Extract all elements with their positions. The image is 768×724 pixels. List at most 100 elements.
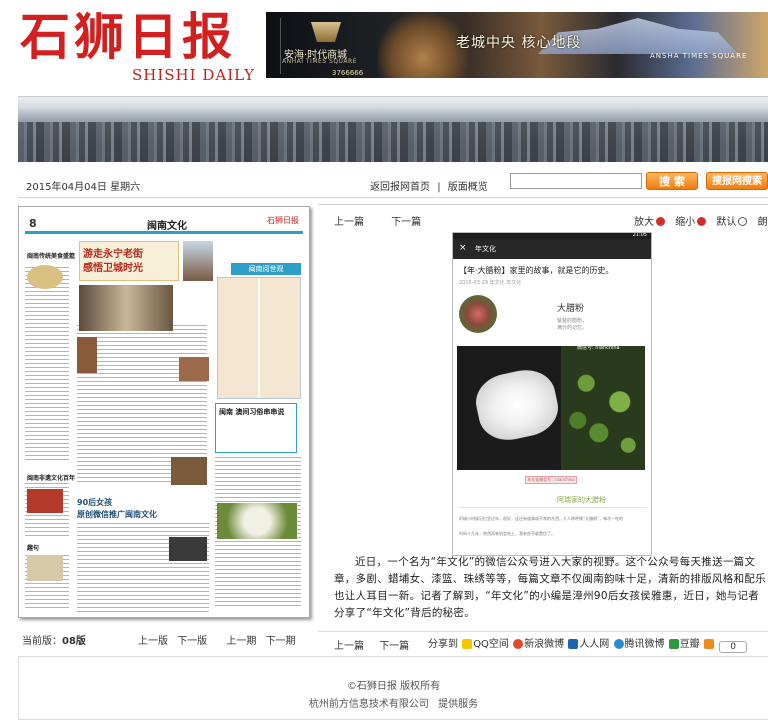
zoom-out-label: 缩小 xyxy=(675,217,696,228)
prev-edition-link[interactable]: 上一版 xyxy=(138,636,168,647)
phone-plant-image xyxy=(561,346,645,470)
ad-brand-en: ANHAI TIMES SQUARE xyxy=(282,58,357,65)
footer-tech-text: 提供服务 xyxy=(438,699,479,710)
read-aloud-label: 朗读 xyxy=(757,217,768,228)
wechat-screenshot-image: 21:05 × 年文化 【年·大腊粉】家里的故事，就是它的历史。 2015-03… xyxy=(452,232,652,556)
panorama-skyline xyxy=(18,122,768,162)
share-qzone[interactable]: QQ空间 xyxy=(462,639,509,650)
article-body: 近日，一个名为“年文化”的微信公众号进入大家的视野。这个公众号每天推送一篇文章，… xyxy=(334,556,766,619)
phone-wechat-id: 微信号: nianchina xyxy=(577,345,620,351)
page-masthead: 石狮日报 xyxy=(267,216,299,225)
footer-tech-company[interactable]: 杭州前方信息技术有限公司 xyxy=(309,699,429,710)
stone-photo xyxy=(77,337,97,373)
close-icon: × xyxy=(459,243,467,253)
text-column xyxy=(25,267,69,463)
share-tencent-weibo[interactable]: 腾讯微博 xyxy=(613,639,665,650)
phone-dish-sub1: 爸爸的腊粉， xyxy=(557,318,588,324)
next-article-link[interactable]: 下一篇 xyxy=(391,217,421,228)
ad-slogan-en: ANSHA TIMES SQUARE xyxy=(650,52,748,60)
default-size-button[interactable]: 默认 xyxy=(716,217,752,228)
phone-dish-name: 大腊粉 xyxy=(557,304,585,314)
site-footer: ©石狮日报 版权所有 杭州前方信息技术有限公司 提供服务 xyxy=(18,656,768,720)
side-title-heritage: 闽南非遗文化百年 xyxy=(27,475,76,482)
share-bar: 分享到 QQ空间 新浪微博 人人网 腾讯微博 豆瓣 0 xyxy=(428,635,748,653)
zoom-out-button[interactable]: 缩小 xyxy=(675,217,711,228)
phone-text-1: 阿瑞小时候记忆里过年，很好，这还有道弗成不常的东西，大人称呼做“大腊粉”，每次一… xyxy=(459,516,624,521)
next-article-link-bottom[interactable]: 下一篇 xyxy=(379,641,409,652)
customs-box-title: 闽南 澳间习俗串串说 xyxy=(219,408,285,416)
footer-copyright: ©石狮日报 版权所有 xyxy=(346,681,441,692)
share-renren[interactable]: 人人网 xyxy=(568,639,609,650)
phone-bar-title: 年文化 xyxy=(475,245,496,253)
logo-chinese: 石狮日报 xyxy=(20,7,236,66)
prev-article-link-bottom[interactable]: 上一篇 xyxy=(334,641,364,652)
lantern-photo xyxy=(179,357,209,381)
default-size-label: 默认 xyxy=(716,217,737,228)
nav-separator: | xyxy=(437,182,441,193)
logo-english: SHISHI DAILY xyxy=(132,66,256,84)
prev-issue-link[interactable]: 上一期 xyxy=(226,636,256,647)
next-edition-link[interactable]: 下一版 xyxy=(177,636,207,647)
page-header-rule xyxy=(25,231,303,234)
toolbar: 2015年04月04日 星期六 返回报网首页 | 版面概览 搜 索 搜报网搜索 xyxy=(18,166,768,198)
share-sina-weibo[interactable]: 新浪微博 xyxy=(513,639,564,650)
footer-tech-support: 杭州前方信息技术有限公司 提供服务 xyxy=(19,695,768,710)
page-headline-90s: 90后女孩 xyxy=(77,498,113,507)
page-headline-line2: 感悟卫城时光 xyxy=(83,263,143,274)
phone-dish-photo xyxy=(457,346,645,470)
prev-article-link[interactable]: 上一篇 xyxy=(334,217,364,228)
ad-person-image xyxy=(378,12,468,78)
share-tencent-weibo-label: 腾讯微博 xyxy=(624,639,665,650)
phone-plate-image xyxy=(471,364,563,446)
site-logo[interactable]: 石狮日报 SHISHI DAILY xyxy=(14,6,264,86)
share-douban-label: 豆瓣 xyxy=(679,639,700,650)
page-section-title: 闽南文化 xyxy=(147,221,187,232)
edition-label-text: 当前版： xyxy=(22,636,62,647)
article-tools: 放大 缩小 默认 朗读 xyxy=(634,213,768,228)
phone-article-title: 【年·大腊粉】家里的故事，就是它的历史。 xyxy=(459,266,614,275)
overview-link[interactable]: 版面概览 xyxy=(448,182,488,193)
share-douban[interactable]: 豆瓣 xyxy=(668,639,700,650)
phone-status-time: 21:05 xyxy=(632,232,647,238)
share-qzone-label: QQ空间 xyxy=(473,639,509,650)
qzone-icon xyxy=(462,639,473,649)
phone-ribbon: 年文化微信号：nianchina xyxy=(525,476,577,484)
comic-title: 闽南阅世观 xyxy=(231,263,301,275)
crafts-photo xyxy=(27,489,63,513)
share-more[interactable] xyxy=(703,639,715,650)
read-aloud-button[interactable]: 朗读 xyxy=(758,217,768,228)
search-input[interactable] xyxy=(510,173,642,189)
article-nav-bottom: 上一篇 下一篇 xyxy=(334,637,421,652)
page-headline-line1: 游走永宁老街 xyxy=(83,249,143,260)
tencent-weibo-icon xyxy=(613,639,624,649)
zoom-in-button[interactable]: 放大 xyxy=(634,217,670,228)
ad-emblem-icon xyxy=(311,22,341,42)
current-date: 2015年04月04日 星期六 xyxy=(26,182,141,193)
edition-links: 上一版 下一版 上一期 下一期 xyxy=(138,632,302,647)
gallery-photo xyxy=(79,285,173,331)
next-issue-link[interactable]: 下一期 xyxy=(266,636,296,647)
newspaper-page-thumbnail[interactable]: 8 闽南文化 石狮日报 游走永宁老街 感悟卫城时光 闽南阅世观 闽南 澳间习俗串… xyxy=(18,206,310,618)
share-renren-label: 人人网 xyxy=(579,639,610,650)
city-panorama-image xyxy=(18,96,768,162)
comic-strip xyxy=(217,277,301,399)
phone-divider xyxy=(459,507,647,508)
sina-weibo-icon xyxy=(513,639,524,649)
phone-avatar-image xyxy=(459,295,497,333)
zoom-in-label: 放大 xyxy=(634,217,654,228)
pagoda-photo xyxy=(183,241,213,281)
search-button[interactable]: 搜 索 xyxy=(646,172,698,190)
plus-icon xyxy=(703,639,714,649)
ad-banner[interactable]: 安海·时代商城 ANHAI TIMES SQUARE 3766666 老城中央 … xyxy=(266,12,768,78)
share-count: 0 xyxy=(719,641,748,653)
home-link[interactable]: 返回报网首页 xyxy=(370,182,430,193)
edition-value: 08版 xyxy=(62,636,86,647)
top-nav: 返回报网首页 | 版面概览 xyxy=(370,178,492,193)
site-search-button[interactable]: 搜报网搜索 xyxy=(706,172,768,190)
site-header: 石狮日报 SHISHI DAILY 安海·时代商城 ANHAI TIMES SQ… xyxy=(0,0,768,90)
phone-dish-sub2: 满分的记忆。 xyxy=(557,325,588,331)
side-title-food: 闽南传统美食盛筵 xyxy=(27,253,76,260)
renren-icon xyxy=(568,639,579,649)
article-nav-top: 上一篇 下一篇 xyxy=(334,213,445,228)
ad-phone: 3766666 xyxy=(332,69,364,77)
